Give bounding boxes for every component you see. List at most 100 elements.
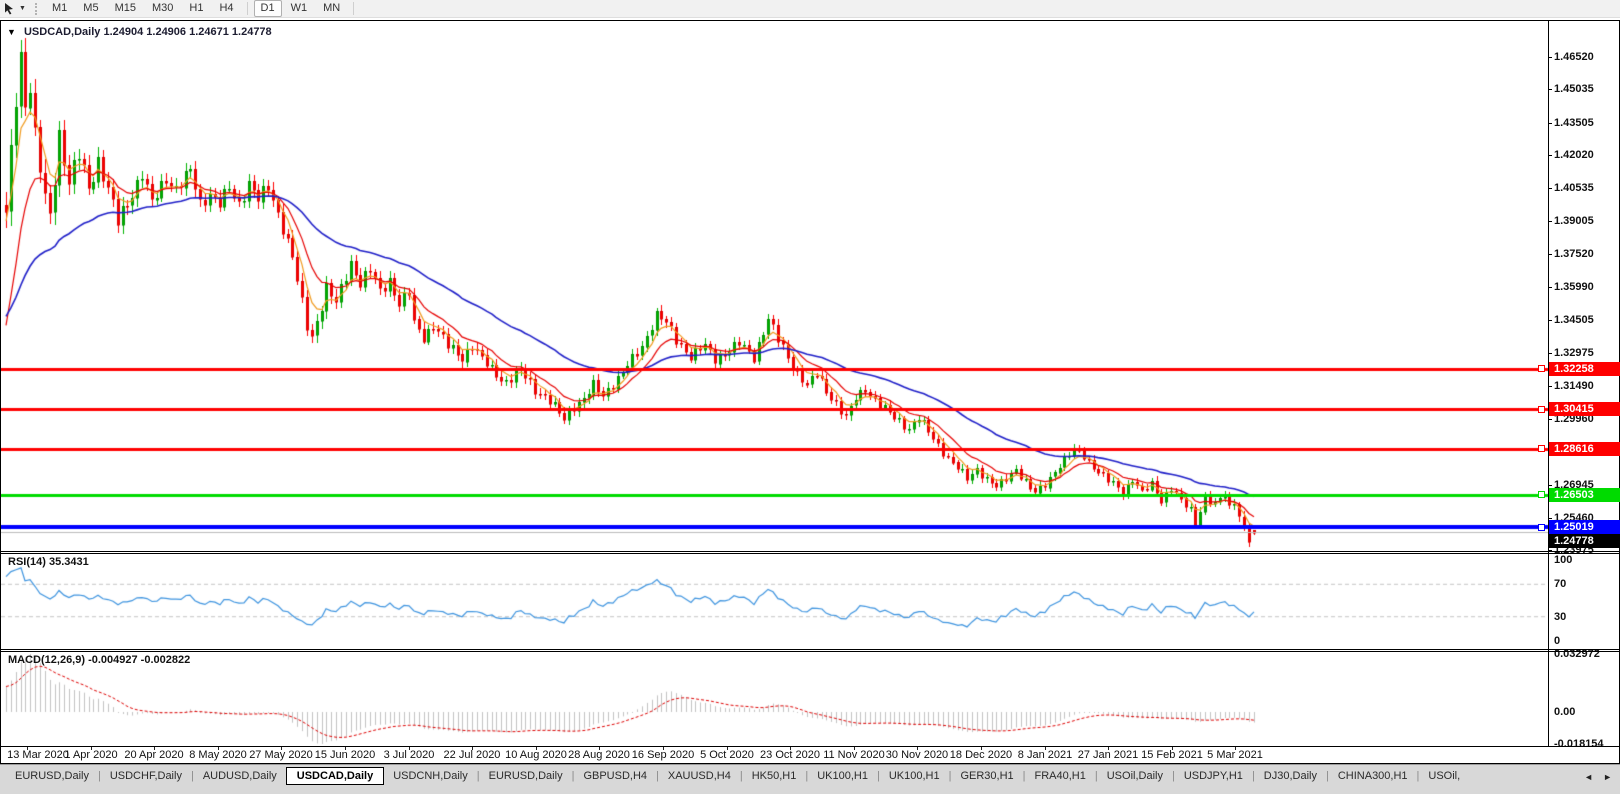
date-tick-mark (218, 747, 219, 750)
timeframe-button-group: M1M5M15M30H1H4 D1W1MN (44, 0, 359, 17)
level-price-tag: 1.25019 (1549, 520, 1620, 534)
timeframe-button-d1[interactable]: D1 (254, 0, 282, 17)
date-tick-mark (727, 747, 728, 750)
tab-scroll-right-icon[interactable]: ► (1603, 772, 1612, 782)
date-tick-label: 11 Nov 2020 (818, 749, 890, 761)
date-tick-mark (1235, 747, 1236, 750)
tab-usdcnh-daily[interactable]: USDCNH,Daily (384, 767, 477, 785)
price-tick-label: 1.37520 (1554, 248, 1594, 261)
timeframe-button-m15[interactable]: M15 (108, 0, 143, 17)
date-tick-mark (917, 747, 918, 750)
date-tick-mark (345, 747, 346, 750)
date-tick-label: 5 Mar 2021 (1199, 749, 1271, 761)
macd-indicator-canvas[interactable] (1, 652, 1548, 746)
chart-collapse-icon[interactable]: ▼ (7, 27, 16, 37)
macd-axis-label: -0.018154 (1554, 738, 1604, 751)
tab-usoil[interactable]: USOil, (1419, 767, 1469, 785)
price-tick-label: 1.39005 (1554, 215, 1594, 228)
date-tick-label: 23 Oct 2020 (754, 749, 826, 761)
price-tick-label: 1.31490 (1554, 380, 1594, 393)
date-tick-label: 28 Aug 2020 (563, 749, 635, 761)
tab-usdchf-daily[interactable]: USDCHF,Daily (101, 767, 191, 785)
level-line-marker (1538, 406, 1545, 413)
rsi-axis-label: 0 (1554, 635, 1560, 648)
date-tick-label: 8 Jan 2021 (1009, 749, 1081, 761)
date-tick-mark (27, 747, 28, 750)
toolbar-separator (353, 2, 354, 15)
date-tick-mark (854, 747, 855, 750)
tab-hk50-h1[interactable]: HK50,H1 (743, 767, 806, 785)
rsi-axis-label: 30 (1554, 611, 1566, 624)
level-price-tag: 1.32258 (1549, 362, 1620, 376)
rsi-indicator-canvas[interactable] (1, 554, 1548, 649)
tab-usdcad-daily[interactable]: USDCAD,Daily (286, 767, 384, 785)
level-price-tag: 1.28616 (1549, 442, 1620, 456)
tab-eurusd-daily[interactable]: EURUSD,Daily (6, 767, 98, 785)
toolbar-separator (247, 2, 248, 15)
price-tick-label: 1.42020 (1554, 149, 1594, 162)
chart-symbol-period: USDCAD,Daily (24, 26, 100, 38)
date-tick-mark (790, 747, 791, 750)
current-price-tag: 1.24778 (1549, 534, 1620, 548)
toolbar-grip-handle[interactable] (35, 3, 37, 15)
timeframe-button-w1[interactable]: W1 (284, 0, 315, 17)
level-line-marker (1538, 365, 1545, 372)
tab-dj30-daily[interactable]: DJ30,Daily (1255, 767, 1326, 785)
tab-uk100-h1[interactable]: UK100,H1 (808, 767, 877, 785)
date-tick-mark (281, 747, 282, 750)
chart-title: ▼ USDCAD,Daily 1.24904 1.24906 1.24671 1… (7, 26, 272, 38)
timeframe-button-m30[interactable]: M30 (145, 0, 180, 17)
tab-china300-h1[interactable]: CHINA300,H1 (1329, 767, 1417, 785)
timeframe-button-h1[interactable]: H1 (182, 0, 210, 17)
pane-splitter[interactable] (1, 553, 1619, 554)
date-tick-mark (154, 747, 155, 750)
tab-uk100-h1[interactable]: UK100,H1 (880, 767, 949, 785)
level-line-marker (1538, 491, 1545, 498)
macd-axis-label: 0.00 (1554, 706, 1575, 719)
price-tick-label: 1.34505 (1554, 314, 1594, 327)
pane-splitter[interactable] (1, 649, 1619, 650)
tab-usoil-daily[interactable]: USOil,Daily (1098, 767, 1172, 785)
cursor-tool-dropdown-icon[interactable]: ▼ (19, 5, 29, 12)
date-tick-label: 15 Feb 2021 (1136, 749, 1208, 761)
timeframe-button-mn[interactable]: MN (316, 0, 347, 17)
date-tick-mark (1108, 747, 1109, 750)
date-tick-label: 27 Jan 2021 (1072, 749, 1144, 761)
rsi-label: RSI(14) 35.3431 (8, 556, 89, 568)
chart-window: ▼ USDCAD,Daily 1.24904 1.24906 1.24671 1… (0, 20, 1620, 764)
date-tick-label: 8 May 2020 (182, 749, 254, 761)
tab-eurusd-daily[interactable]: EURUSD,Daily (480, 767, 572, 785)
level-line-marker (1538, 524, 1545, 531)
date-tick-mark (663, 747, 664, 750)
chart-ohlc-values: 1.24904 1.24906 1.24671 1.24778 (103, 26, 271, 38)
date-tick-label: 5 Oct 2020 (691, 749, 763, 761)
pane-splitter[interactable] (1, 651, 1619, 652)
price-tick-label: 1.40535 (1554, 182, 1594, 195)
tab-ger30-h1[interactable]: GER30,H1 (951, 767, 1022, 785)
price-tick-label: 1.43505 (1554, 117, 1594, 130)
tab-audusd-daily[interactable]: AUDUSD,Daily (194, 767, 286, 785)
tab-scroll-left-icon[interactable]: ◄ (1584, 772, 1593, 782)
cursor-tool-button[interactable] (0, 1, 18, 17)
macd-label: MACD(12,26,9) -0.004927 -0.002822 (8, 654, 190, 666)
timeframe-button-m1[interactable]: M1 (45, 0, 74, 17)
price-chart-canvas[interactable] (1, 21, 1548, 551)
timeframe-button-m5[interactable]: M5 (76, 0, 105, 17)
tab-scroll-controls: ◄ ► (1576, 766, 1620, 786)
price-tick-label: 1.35990 (1554, 281, 1594, 294)
pane-splitter[interactable] (1, 551, 1619, 552)
date-tick-label: 10 Aug 2020 (500, 749, 572, 761)
tab-xauusd-h4[interactable]: XAUUSD,H4 (659, 767, 740, 785)
price-tick-label: 1.46520 (1554, 51, 1594, 64)
tabs-container: EURUSD,Daily|USDCHF,Daily|AUDUSD,DailyUS… (6, 767, 1469, 785)
tab-usdjpy-h1[interactable]: USDJPY,H1 (1175, 767, 1252, 785)
price-tick-label: 1.45035 (1554, 83, 1594, 96)
date-tick-label: 16 Sep 2020 (627, 749, 699, 761)
cursor-icon (3, 2, 15, 15)
date-tick-label: 30 Nov 2020 (881, 749, 953, 761)
price-tick-label: 1.32975 (1554, 347, 1594, 360)
tab-fra40-h1[interactable]: FRA40,H1 (1026, 767, 1095, 785)
timeframe-button-h4[interactable]: H4 (212, 0, 240, 17)
tab-gbpusd-h4[interactable]: GBPUSD,H4 (574, 767, 656, 785)
date-tick-label: 18 Dec 2020 (945, 749, 1017, 761)
